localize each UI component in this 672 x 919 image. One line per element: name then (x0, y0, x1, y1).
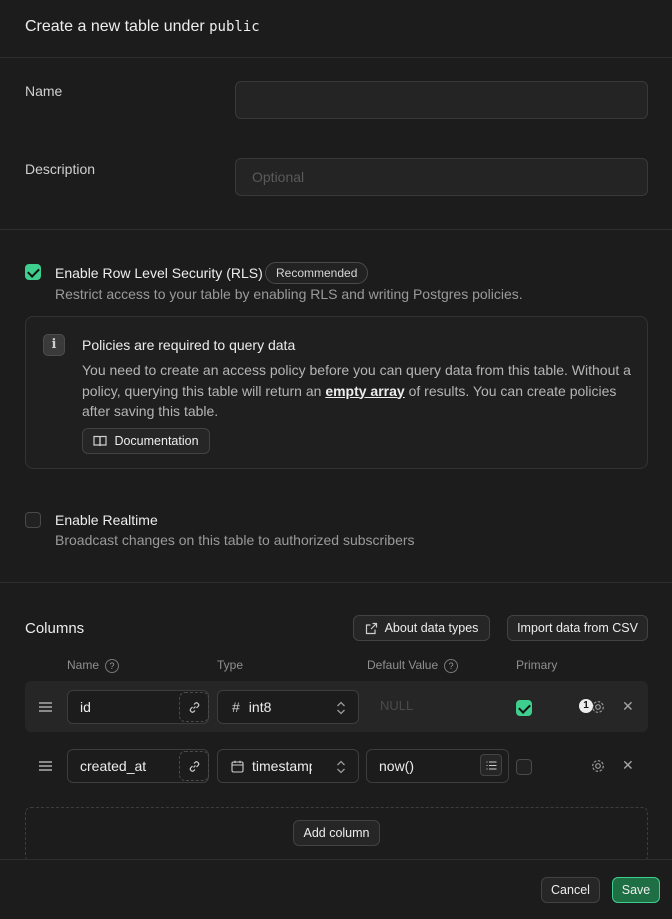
gear-icon[interactable] (590, 758, 606, 774)
documentation-label: Documentation (114, 434, 199, 448)
section-divider (0, 582, 672, 583)
column-type-select[interactable]: # int8 (217, 690, 359, 724)
name-input[interactable] (235, 81, 648, 119)
rls-title: Enable Row Level Security (RLS) (55, 265, 263, 281)
primary-checkbox[interactable] (516, 700, 532, 716)
remove-column-icon[interactable]: ✕ (622, 698, 634, 715)
column-type-select[interactable]: timestamp (217, 749, 359, 783)
column-header-default: Default Value? (367, 658, 459, 673)
chevron-up-down-icon (337, 701, 345, 715)
section-divider (0, 229, 672, 230)
import-csv-button[interactable]: Import data from CSV (507, 615, 648, 641)
drag-handle-icon[interactable] (39, 702, 52, 712)
about-data-types-label: About data types (384, 621, 479, 635)
rls-checkbox[interactable] (25, 264, 41, 280)
help-icon[interactable]: ? (105, 659, 120, 673)
external-link-icon (365, 622, 377, 634)
remove-column-icon[interactable]: ✕ (622, 757, 634, 774)
primary-checkbox[interactable] (516, 759, 532, 775)
save-label: Save (621, 883, 651, 897)
column-header-name: Name? (67, 658, 120, 673)
rls-description: Restrict access to your table by enablin… (55, 286, 523, 302)
documentation-button[interactable]: Documentation (82, 428, 210, 454)
drag-handle-icon[interactable] (39, 761, 52, 771)
dialog-header: Create a new table under public (0, 0, 672, 58)
column-name-value: created_at (80, 758, 147, 774)
column-header-name-text: Name (67, 658, 100, 672)
link-icon (189, 701, 199, 713)
description-label: Description (25, 161, 96, 177)
add-column-button[interactable]: Add column (293, 820, 380, 846)
save-button[interactable]: Save (612, 877, 660, 903)
list-icon (486, 760, 496, 770)
count-badge: 1 (579, 699, 593, 713)
name-label: Name (25, 83, 63, 99)
cancel-button[interactable]: Cancel (541, 877, 600, 903)
cancel-label: Cancel (551, 883, 590, 897)
description-input[interactable] (235, 158, 648, 196)
policy-callout: i Policies are required to query data Yo… (25, 316, 648, 469)
callout-body: You need to create an access policy befo… (82, 360, 637, 422)
callout-title: Policies are required to query data (82, 337, 296, 353)
help-icon[interactable]: ? (444, 659, 459, 673)
column-header-primary: Primary (516, 658, 558, 672)
add-column-label: Add column (303, 826, 370, 840)
dialog-title: Create a new table under (25, 18, 205, 35)
book-icon (93, 435, 108, 447)
foreign-key-button[interactable] (179, 751, 209, 781)
hash-icon: # (232, 699, 240, 715)
default-value-input[interactable]: NULL (380, 698, 413, 713)
foreign-key-button[interactable] (179, 692, 209, 722)
column-type-value: int8 (248, 699, 272, 715)
column-type-value: timestamp (252, 758, 312, 774)
realtime-checkbox[interactable] (25, 512, 41, 528)
empty-array-link[interactable]: empty array (325, 383, 404, 399)
info-icon: i (43, 334, 65, 356)
chevron-up-down-icon (337, 760, 345, 774)
realtime-description: Broadcast changes on this table to autho… (55, 532, 415, 548)
default-value-text: now() (379, 758, 415, 774)
columns-title: Columns (25, 620, 85, 637)
calendar-icon (231, 760, 244, 773)
column-header-default-text: Default Value (367, 658, 439, 672)
schema-name: public (209, 19, 260, 35)
default-value-menu-button[interactable] (480, 754, 502, 776)
realtime-title: Enable Realtime (55, 512, 158, 528)
column-name-value: id (80, 699, 91, 715)
recommended-badge: Recommended (265, 262, 369, 284)
column-header-type: Type (217, 658, 244, 672)
import-csv-label: Import data from CSV (517, 621, 638, 635)
about-data-types-button[interactable]: About data types (353, 615, 490, 641)
link-icon (189, 760, 199, 772)
